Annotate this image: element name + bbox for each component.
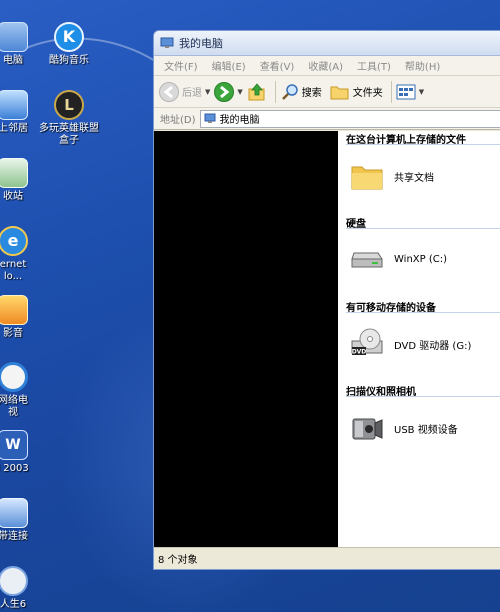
menu-edit[interactable]: 编辑(E) [205,58,253,73]
folders-icon [330,86,349,99]
item-dvd-drive[interactable]: DVD DVD 驱动器 (G:) [350,327,471,361]
recycle-bin-icon [0,158,28,188]
usb-camera-icon [352,418,383,440]
shared-folder-icon [351,166,383,190]
desktop-icon-label: 收站 [3,191,23,202]
desktop-icon-label: 影音 [3,328,23,339]
address-input[interactable]: 我的电脑 [199,109,500,128]
menu-favorites[interactable]: 收藏(A) [301,58,350,73]
back-button[interactable]: 后退 ▼ [159,81,211,102]
group-divider [346,312,500,313]
menu-bar: 文件(F) 编辑(E) 查看(V) 收藏(A) 工具(T) 帮助(H) [154,56,500,76]
my-computer-icon [160,37,174,48]
internet-explorer-icon: e [0,226,28,256]
desktop-icon-label: l 2003 [0,463,29,474]
window-title: 我的电脑 [179,37,223,50]
group-divider [346,144,500,145]
desktop-icon-word[interactable]: W l 2003 [0,430,51,478]
item-label: 共享文档 [394,172,434,184]
menu-tools[interactable]: 工具(T) [350,58,398,73]
back-arrow-icon [159,81,179,102]
title-bar[interactable]: 我的电脑 [154,31,500,56]
desktop-icon-label: 带连接 [0,531,28,542]
address-bar: 地址(D) 我的电脑 [154,108,500,130]
my-computer-icon [204,113,216,123]
desktop-icon-kugou[interactable]: K 酷狗音乐 [31,22,107,70]
desktop-icon-lol-box[interactable]: L 多玩英雄联盟 盒子 [31,90,107,150]
file-list: 在这台计算机上存储的文件 共享文档 硬盘 WinXP (C:) 有可移动存储的设… [338,131,500,549]
chevron-down-icon: ▼ [237,87,243,96]
svg-text:DVD: DVD [352,349,367,356]
toolbar-separator [274,80,276,103]
item-label: WinXP (C:) [394,253,447,265]
item-label: USB 视频设备 [394,424,458,436]
desktop-icon-ie[interactable]: e ernet lo... [0,226,51,286]
desktop-icon-game[interactable]: 人生6 [0,566,51,612]
forward-button[interactable]: ▼ [214,81,243,102]
desktop-icon-media[interactable]: 影音 [0,295,51,343]
item-usb-video-device[interactable]: USB 视频设备 [350,411,458,445]
views-icon [396,84,416,99]
status-bar: 8 个对象 [154,547,500,569]
desktop-icon-recycle-bin[interactable]: 收站 [0,158,51,206]
toolbar: 后退 ▼ ▼ 搜索 文件夹 ▼ [154,76,500,108]
desktop-icon-label: ernet lo... [0,259,27,282]
game-icon [0,566,28,596]
desktop-icon-label: 网络电 视 [0,395,28,418]
menu-file[interactable]: 文件(F) [157,58,205,73]
desktop-icon-label: 酷狗音乐 [49,55,89,66]
network-tv-icon [0,362,28,392]
lol-box-icon: L [54,90,84,120]
item-shared-documents[interactable]: 共享文档 [350,161,434,191]
item-drive-c[interactable]: WinXP (C:) [350,245,447,273]
status-text: 8 个对象 [158,555,198,566]
computer-icon [0,22,28,52]
views-button[interactable]: ▼ [396,84,424,100]
word-2003-icon: W [0,430,28,460]
folders-button[interactable]: 文件夹 [330,83,383,101]
kugou-music-icon: K [54,22,84,52]
menu-help[interactable]: 帮助(H) [398,58,447,73]
desktop-icon-label: 多玩英雄联盟 盒子 [39,123,99,146]
search-icon [281,83,298,100]
hard-drive-icon [351,252,383,268]
media-player-icon [0,295,28,325]
chevron-down-icon: ▼ [205,87,211,96]
desktop-icon-broadband[interactable]: 带连接 [0,498,51,546]
explorer-window: 我的电脑 文件(F) 编辑(E) 查看(V) 收藏(A) 工具(T) 帮助(H)… [153,30,500,570]
folders-label: 文件夹 [352,88,383,99]
task-pane [154,131,338,549]
content-area: 在这台计算机上存储的文件 共享文档 硬盘 WinXP (C:) 有可移动存储的设… [154,131,500,549]
broadband-connection-icon [0,498,28,528]
search-button[interactable]: 搜索 [280,82,322,102]
up-folder-icon [248,82,265,100]
up-folder-button[interactable] [247,82,267,102]
desktop-icon-label: 人生6 [0,599,27,610]
chevron-down-icon: ▼ [418,87,425,96]
back-label: 后退 [182,88,202,99]
desktop-icon-network-tv[interactable]: 网络电 视 [0,362,51,422]
item-label: DVD 驱动器 (G:) [394,340,472,352]
network-neighborhood-icon [0,90,28,120]
toolbar-separator [390,80,392,103]
group-divider [346,228,500,229]
address-label: 地址(D) [160,115,196,126]
menu-view[interactable]: 查看(V) [253,58,302,73]
group-divider [346,396,500,397]
dvd-drive-icon: DVD [351,328,383,356]
address-value: 我的电脑 [219,115,260,126]
forward-arrow-icon [214,81,235,102]
search-label: 搜索 [301,88,322,99]
